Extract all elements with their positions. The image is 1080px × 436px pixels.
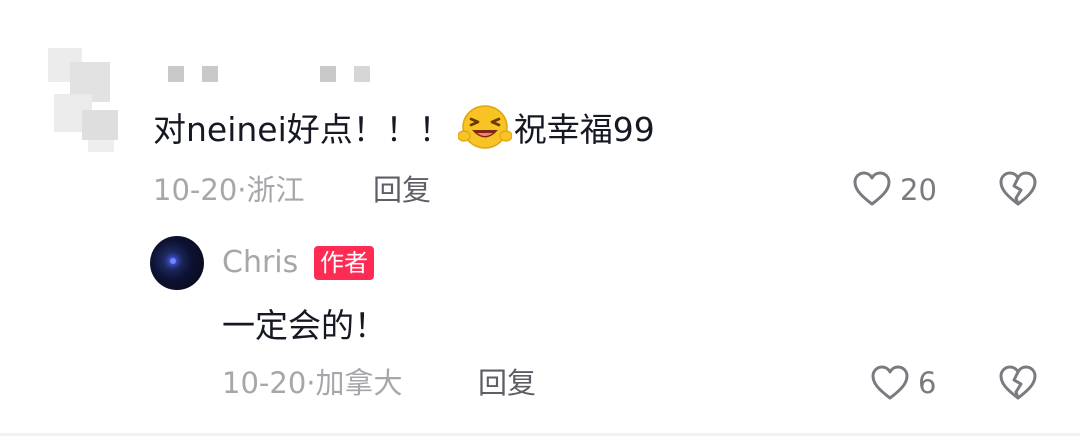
comment-meta: 10-20·浙江 [153, 170, 305, 210]
meta-separator: · [237, 173, 247, 207]
comment-text-part-1: 对neinei好点！！！ [153, 110, 452, 149]
meta-separator: · [306, 366, 316, 400]
reply-location: 加拿大 [315, 366, 403, 400]
reply-like-count: 6 [918, 366, 937, 400]
reply-reply-button[interactable]: 回复 [478, 363, 536, 403]
like-heart-icon[interactable] [870, 364, 910, 402]
author-badge: 作者 [314, 246, 374, 280]
reply-date: 10-20 [222, 366, 307, 400]
commenter-username-blurred[interactable] [168, 66, 378, 84]
reply-avatar[interactable] [150, 236, 204, 290]
dislike-broken-heart-icon[interactable] [998, 170, 1038, 208]
comment-text-part-2: 祝幸福99 [513, 110, 655, 149]
comment-like-count: 20 [900, 173, 937, 207]
like-heart-icon[interactable] [852, 170, 892, 208]
reply-meta: 10-20·加拿大 [222, 363, 403, 403]
grinning-squinting-face-emoji-icon [457, 103, 513, 151]
dislike-broken-heart-icon[interactable] [998, 364, 1038, 402]
comment-reply-button[interactable]: 回复 [373, 170, 431, 210]
comment-date: 10-20 [153, 173, 238, 207]
reply-username[interactable]: Chris [222, 242, 298, 284]
commenter-avatar[interactable] [48, 48, 120, 152]
comment-location: 浙江 [246, 173, 305, 207]
reply-text: 一定会的！ [222, 306, 387, 345]
comment-text: 对neinei好点！！！ 祝幸福99 [153, 103, 655, 156]
